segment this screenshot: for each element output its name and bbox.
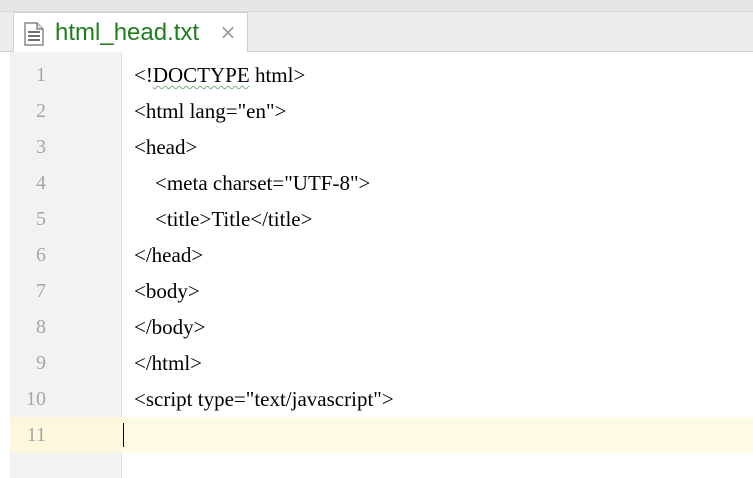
code-line[interactable]: <title>Title</title> [134, 201, 312, 237]
code-line[interactable]: <meta charset="UTF-8"> [134, 165, 370, 201]
line-number: 9 [36, 352, 46, 374]
code-text: <! [134, 63, 153, 87]
editor-area[interactable]: <!DOCTYPE html> <html lang="en"> <head> <m… [0, 52, 753, 478]
code-text: </head> [134, 243, 204, 267]
code-text-spellcheck: DOCTYPE [152, 63, 250, 87]
code-line[interactable]: </body> [134, 309, 206, 345]
tab-bar-top-strip [0, 0, 753, 12]
code-text: <head> [134, 135, 198, 159]
text-file-icon [24, 22, 44, 46]
line-number: 7 [36, 280, 46, 302]
code-text: <html lang="en"> [134, 99, 287, 123]
code-line[interactable]: </html> [134, 345, 202, 381]
line-number: 10 [26, 388, 46, 410]
code-text: </html> [134, 351, 203, 375]
text-caret [123, 423, 124, 447]
tab-title: html_head.txt [55, 19, 200, 46]
tab-bar: html_head.txt × [0, 0, 753, 52]
code-text: <script type="text/javascript"> [134, 387, 394, 411]
code-line[interactable]: <!DOCTYPE html> [134, 57, 305, 93]
code-text: <body> [134, 279, 200, 303]
line-number: 2 [36, 100, 46, 122]
line-number: 11 [26, 424, 46, 446]
line-number: 5 [36, 208, 46, 230]
text-editor-window: html_head.txt × <!DOCTYPE html> <html lan… [0, 0, 753, 478]
code-line[interactable]: <body> [134, 273, 200, 309]
line-number: 6 [36, 244, 46, 266]
code-line[interactable]: </head> [134, 237, 203, 273]
line-number: 8 [36, 316, 46, 338]
line-number: 4 [36, 172, 46, 194]
code-line[interactable]: <head> [134, 129, 197, 165]
close-icon[interactable]: × [219, 21, 237, 43]
tab-html-head[interactable]: html_head.txt × [13, 12, 248, 52]
code-line[interactable]: <html lang="en"> [134, 93, 286, 129]
current-line-highlight [122, 417, 753, 453]
code-text: </body> [134, 315, 206, 339]
code-line[interactable]: <script type="text/javascript"> [134, 381, 394, 417]
code-text: html> [249, 63, 306, 87]
line-number: 1 [36, 64, 46, 86]
gutter-margin [0, 52, 10, 478]
code-text: <title>Title</title> [134, 207, 313, 231]
code-text: <meta charset="UTF-8"> [134, 171, 371, 195]
line-number: 3 [36, 136, 46, 158]
